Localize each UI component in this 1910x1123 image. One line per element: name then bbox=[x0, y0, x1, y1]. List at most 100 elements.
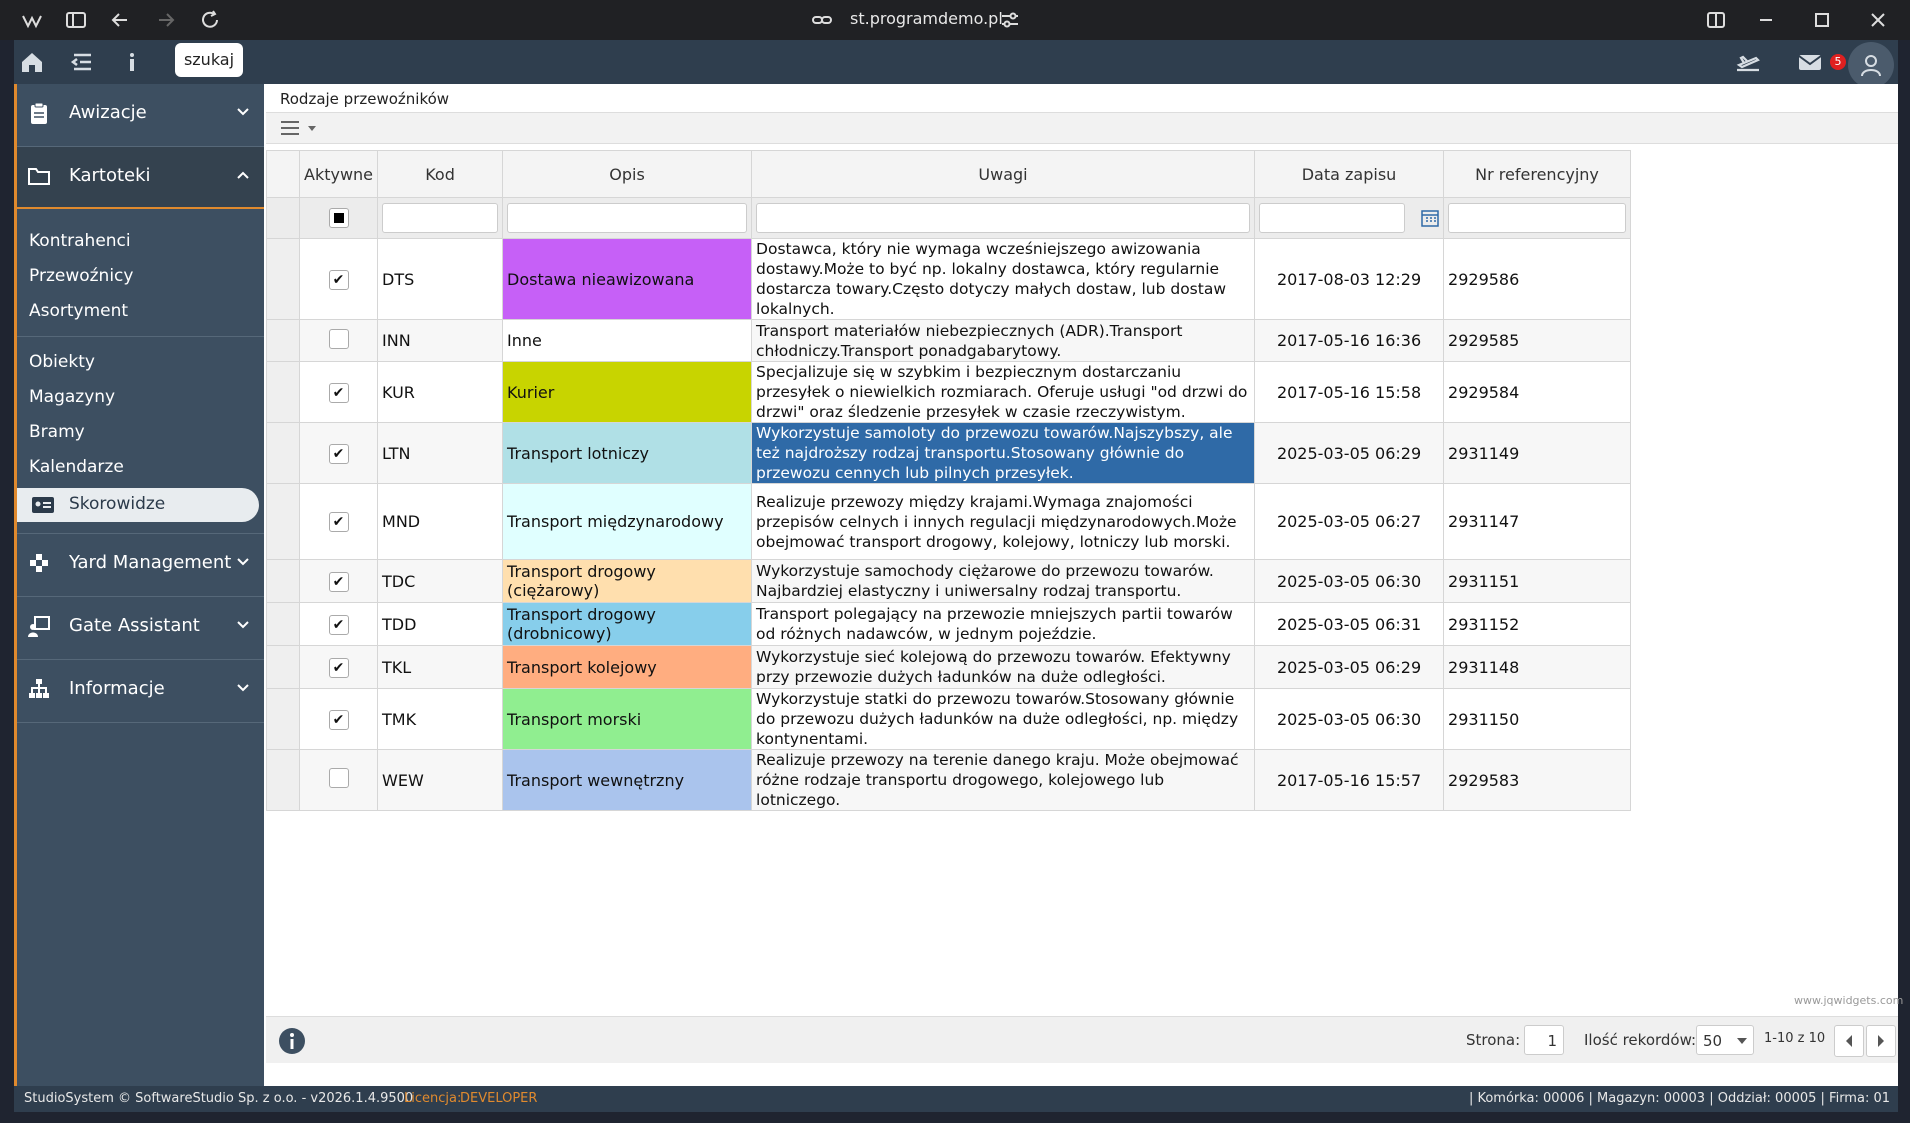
active-checkbox[interactable] bbox=[328, 768, 349, 788]
row-header-cell[interactable] bbox=[266, 238, 300, 320]
cell-nr-referencyjny[interactable]: 2931151 bbox=[1443, 559, 1632, 603]
row-header-cell[interactable] bbox=[266, 422, 300, 484]
row-header-cell[interactable] bbox=[266, 319, 300, 362]
cell-nr-referencyjny[interactable]: 2931148 bbox=[1443, 645, 1632, 689]
sidebar-section-informacje[interactable]: Informacje bbox=[17, 660, 264, 720]
cell-nr-referencyjny[interactable]: 2929584 bbox=[1443, 361, 1632, 423]
column-header-nr-referencyjny[interactable]: Nr referencyjny bbox=[1443, 150, 1632, 198]
cell-data-zapisu[interactable]: 2025-03-05 06:29 bbox=[1254, 645, 1445, 689]
cell-opis[interactable]: Transport wewnętrzny bbox=[502, 749, 753, 811]
cell-uwagi[interactable]: Realizuje przewozy na terenie danego kra… bbox=[751, 749, 1256, 811]
records-select[interactable]: 50 bbox=[1696, 1025, 1754, 1055]
cell-opis[interactable]: Transport lotniczy bbox=[502, 422, 753, 484]
cell-data-zapisu[interactable]: 2025-03-05 06:29 bbox=[1254, 422, 1445, 484]
calendar-icon[interactable] bbox=[1421, 209, 1439, 227]
cell-aktywne[interactable]: ✔ bbox=[298, 688, 379, 750]
home-icon[interactable] bbox=[18, 48, 46, 76]
table-row[interactable]: ✔ TDD Transport drogowy (drobnicowy) Transp… bbox=[266, 602, 1632, 646]
search-button[interactable]: szukaj bbox=[175, 43, 243, 77]
active-checkbox[interactable]: ✔ bbox=[328, 512, 349, 532]
row-header-cell[interactable] bbox=[266, 483, 300, 560]
column-header-opis[interactable]: Opis bbox=[502, 150, 753, 198]
cell-aktywne[interactable]: ✔ bbox=[298, 483, 379, 560]
row-header-cell[interactable] bbox=[266, 559, 300, 603]
page-input[interactable]: 1 bbox=[1524, 1025, 1564, 1055]
sidebar-item-kontrahenci[interactable]: Kontrahenci bbox=[29, 231, 131, 251]
active-checkbox[interactable]: ✔ bbox=[328, 657, 349, 678]
sidebar-item-przewoznicy[interactable]: Przewoźnicy bbox=[29, 266, 133, 286]
sidebar-item-magazyny[interactable]: Magazyny bbox=[29, 387, 115, 407]
site-settings-icon[interactable] bbox=[998, 8, 1022, 32]
cell-opis[interactable]: Inne bbox=[502, 319, 753, 362]
cell-nr-referencyjny[interactable]: 2929585 bbox=[1443, 319, 1632, 362]
cell-data-zapisu[interactable]: 2017-08-03 12:29 bbox=[1254, 238, 1445, 320]
forward-icon[interactable] bbox=[154, 8, 178, 32]
cell-data-zapisu[interactable]: 2025-03-05 06:30 bbox=[1254, 559, 1445, 603]
cell-kod[interactable]: TKL bbox=[377, 645, 504, 689]
cell-uwagi[interactable]: Realizuje przewozy między krajami.Wymaga… bbox=[751, 483, 1256, 560]
address-bar[interactable]: st.programdemo.pl bbox=[850, 9, 1003, 28]
cell-kod[interactable]: DTS bbox=[377, 238, 504, 320]
info-icon[interactable] bbox=[118, 48, 146, 76]
close-icon[interactable] bbox=[1866, 8, 1890, 32]
cell-nr-referencyjny[interactable]: 2929583 bbox=[1443, 749, 1632, 811]
cell-aktywne[interactable] bbox=[298, 749, 379, 811]
cell-kod[interactable]: MND bbox=[377, 483, 504, 560]
cell-uwagi[interactable]: Wykorzystuje samochody ciężarowe do prze… bbox=[751, 559, 1256, 603]
cell-uwagi[interactable]: Transport materiałów niebezpiecznych (AD… bbox=[751, 319, 1256, 362]
info-circle-icon[interactable] bbox=[278, 1027, 306, 1055]
cell-kod[interactable]: KUR bbox=[377, 361, 504, 423]
cell-kod[interactable]: TDD bbox=[377, 602, 504, 646]
cell-uwagi[interactable]: Specjalizuje się w szybkim i bezpiecznym… bbox=[751, 361, 1256, 423]
cell-opis[interactable]: Kurier bbox=[502, 361, 753, 423]
active-checkbox[interactable]: ✔ bbox=[328, 571, 349, 592]
filter-data-input[interactable] bbox=[1259, 203, 1406, 233]
cell-aktywne[interactable]: ✔ bbox=[298, 645, 379, 689]
cell-aktywne[interactable]: ✔ bbox=[298, 422, 379, 484]
table-row[interactable]: ✔ DTS Dostawa nieawizowana Dostawca, który … bbox=[266, 238, 1632, 320]
cell-kod[interactable]: LTN bbox=[377, 422, 504, 484]
cell-kod[interactable]: INN bbox=[377, 319, 504, 362]
prev-page-button[interactable] bbox=[1834, 1025, 1864, 1057]
cell-kod[interactable]: TDC bbox=[377, 559, 504, 603]
cell-data-zapisu[interactable]: 2025-03-05 06:27 bbox=[1254, 483, 1445, 560]
table-row[interactable]: WEW Transport wewnętrzny Realizuje przewoz… bbox=[266, 749, 1632, 811]
next-page-button[interactable] bbox=[1866, 1025, 1896, 1057]
filter-checkbox[interactable] bbox=[328, 208, 349, 228]
active-checkbox[interactable]: ✔ bbox=[328, 443, 349, 464]
table-row[interactable]: ✔ TDC Transport drogowy (ciężarowy) Wykorzy… bbox=[266, 559, 1632, 603]
filter-opis-input[interactable] bbox=[507, 203, 748, 233]
cell-opis[interactable]: Transport drogowy (drobnicowy) bbox=[502, 602, 753, 646]
row-header-cell[interactable] bbox=[266, 688, 300, 750]
cell-opis[interactable]: Dostawa nieawizowana bbox=[502, 238, 753, 320]
table-row[interactable]: ✔ LTN Transport lotniczy Wykorzystuje samol… bbox=[266, 422, 1632, 484]
filter-uwagi-input[interactable] bbox=[756, 203, 1251, 233]
maximize-icon[interactable] bbox=[1810, 8, 1834, 32]
table-row[interactable]: ✔ TMK Transport morski Wykorzystuje statki … bbox=[266, 688, 1632, 750]
column-menu-icon[interactable] bbox=[280, 119, 320, 137]
cell-uwagi[interactable]: Wykorzystuje statki do przewozu towarów.… bbox=[751, 688, 1256, 750]
sidebar-item-kalendarze[interactable]: Kalendarze bbox=[29, 457, 124, 477]
table-row[interactable]: INN Inne Transport materiałów niebezpieczn… bbox=[266, 319, 1632, 362]
active-checkbox[interactable]: ✔ bbox=[328, 709, 349, 730]
cell-uwagi[interactable]: Wykorzystuje sieć kolejową do przewozu t… bbox=[751, 645, 1256, 689]
cell-aktywne[interactable] bbox=[298, 319, 379, 362]
user-avatar[interactable] bbox=[1848, 42, 1894, 88]
cell-nr-referencyjny[interactable]: 2931152 bbox=[1443, 602, 1632, 646]
cell-opis[interactable]: Transport drogowy (ciężarowy) bbox=[502, 559, 753, 603]
row-header-cell[interactable] bbox=[266, 361, 300, 423]
active-checkbox[interactable]: ✔ bbox=[328, 382, 349, 403]
cell-opis[interactable]: Transport kolejowy bbox=[502, 645, 753, 689]
table-row[interactable]: ✔ KUR Kurier Specjalizuje się w szybkim i b… bbox=[266, 361, 1632, 423]
reload-icon[interactable] bbox=[198, 8, 222, 32]
cell-uwagi[interactable]: Wykorzystuje samoloty do przewozu towaró… bbox=[751, 422, 1256, 484]
sidebar-section-awizacje[interactable]: Awizacje bbox=[17, 84, 264, 144]
cell-opis[interactable]: Transport morski bbox=[502, 688, 753, 750]
column-header-kod[interactable]: Kod bbox=[377, 150, 504, 198]
cell-nr-referencyjny[interactable]: 2929586 bbox=[1443, 238, 1632, 320]
column-header-data-zapisu[interactable]: Data zapisu bbox=[1254, 150, 1445, 198]
sidebar-section-kartoteki[interactable]: Kartoteki bbox=[17, 147, 264, 209]
cell-data-zapisu[interactable]: 2025-03-05 06:30 bbox=[1254, 688, 1445, 750]
cell-opis[interactable]: Transport międzynarodowy bbox=[502, 483, 753, 560]
cell-data-zapisu[interactable]: 2025-03-05 06:31 bbox=[1254, 602, 1445, 646]
